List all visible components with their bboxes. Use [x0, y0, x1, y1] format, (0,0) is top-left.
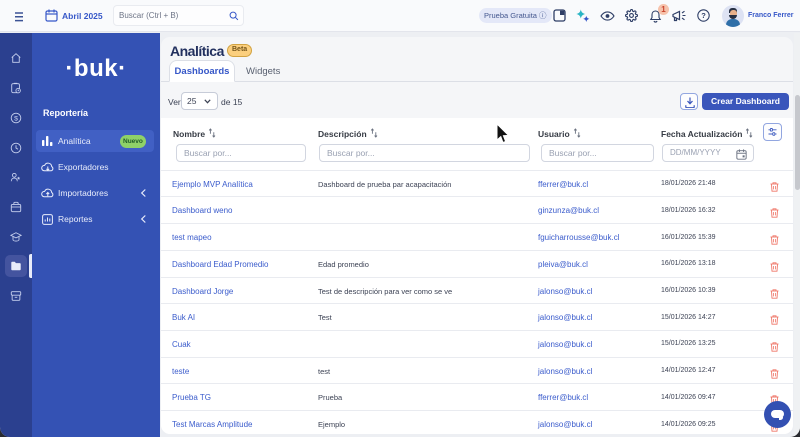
svg-text:$: $ [14, 115, 18, 122]
svg-text:?: ? [701, 11, 706, 20]
